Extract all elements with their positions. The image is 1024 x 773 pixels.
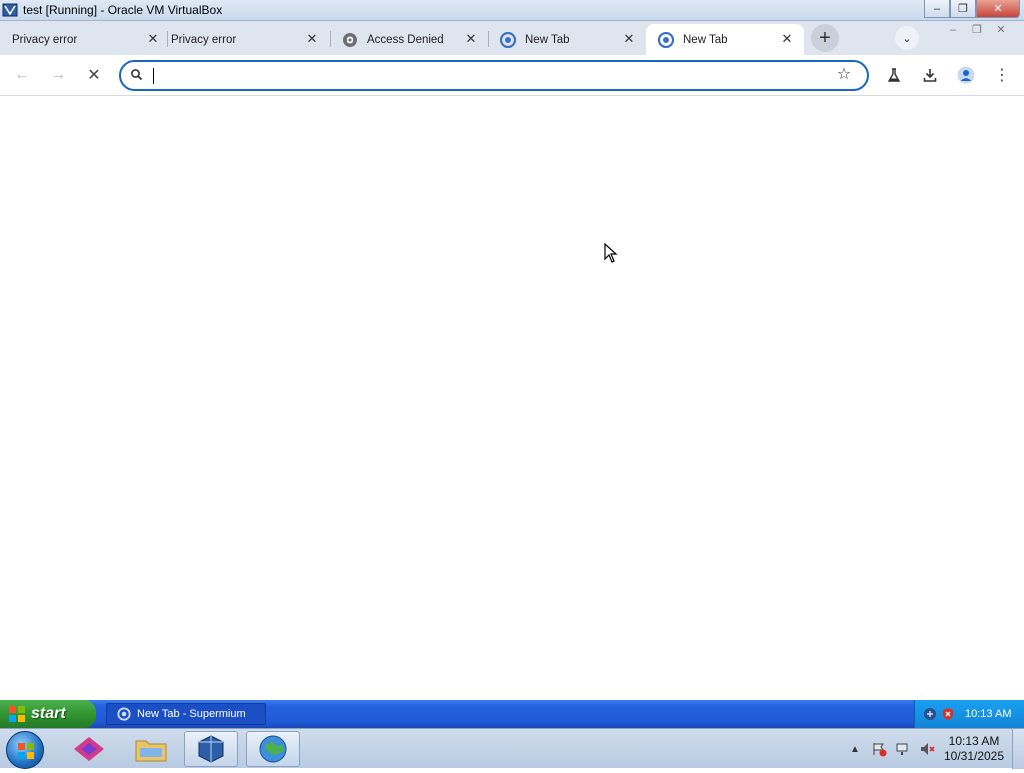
host-time: 10:13 AM <box>948 734 1000 748</box>
guest-clock: 10:13 AM <box>965 708 1012 720</box>
pinned-browser[interactable] <box>246 731 300 767</box>
host-clock[interactable]: 10:13 AM 10/31/2025 <box>942 734 1006 764</box>
host-date: 10/31/2025 <box>943 749 1005 763</box>
back-button[interactable]: ← <box>10 63 34 87</box>
bookmark-star-icon[interactable]: ☆ <box>835 66 853 84</box>
tab-strip: Privacy error ✕ Privacy error ✕ Access D… <box>0 21 1024 55</box>
new-tab-button[interactable]: + <box>811 24 839 52</box>
avatar-icon <box>957 66 975 84</box>
minimize-button[interactable]: – <box>924 0 950 18</box>
plus-icon: + <box>819 26 831 49</box>
tab-access-denied[interactable]: Access Denied ✕ <box>330 24 488 55</box>
window-title: test [Running] - Oracle VM VirtualBox <box>23 3 223 17</box>
restore-button[interactable]: ❐ <box>950 0 976 18</box>
windows-flag-icon <box>9 706 25 722</box>
show-hidden-icons[interactable]: ▲ <box>846 741 864 757</box>
address-bar[interactable]: ☆ <box>119 60 869 91</box>
browser-toolbar: ← → ✕ ☆ ⋮ <box>0 55 1024 96</box>
browser-window-controls: – ❐ ✕ <box>942 23 1012 37</box>
guest-system-tray: 10:13 AM <box>914 700 1024 728</box>
close-icon: ✕ <box>87 67 101 84</box>
host-start-button[interactable] <box>6 731 44 769</box>
tab-title: New Tab <box>525 33 570 46</box>
tab-close-icon[interactable]: ✕ <box>780 32 794 46</box>
pinned-virtualbox[interactable] <box>184 731 238 767</box>
menu-button[interactable]: ⋮ <box>990 63 1014 87</box>
address-input[interactable] <box>153 67 823 85</box>
network-status-icon[interactable] <box>894 741 912 757</box>
pinned-file-explorer[interactable] <box>124 731 178 767</box>
tab-privacy-error-2[interactable]: Privacy error ✕ <box>159 24 329 55</box>
volume-muted-icon[interactable] <box>918 741 936 757</box>
stop-loading-button[interactable]: ✕ <box>82 63 106 87</box>
shield-icon <box>343 32 357 47</box>
supermium-icon <box>500 31 516 48</box>
tab-title: Privacy error <box>12 33 78 46</box>
windows-logo-icon <box>18 743 34 759</box>
tab-title: Access Denied <box>367 33 444 46</box>
arrow-left-icon: ← <box>14 66 30 83</box>
tab-close-icon[interactable]: ✕ <box>146 32 160 46</box>
tab-search-button[interactable]: ⌄ <box>895 26 919 50</box>
browser-minimize-button[interactable]: – <box>942 23 964 37</box>
browser-restore-button[interactable]: ❐ <box>966 23 988 37</box>
host-taskbar: ▲ 10:13 AM 10/31/2025 <box>0 728 1024 769</box>
flask-icon <box>887 68 901 82</box>
tab-close-icon[interactable]: ✕ <box>464 32 478 46</box>
tab-privacy-error-1[interactable]: Privacy error ✕ <box>0 24 170 55</box>
browser-close-button[interactable]: ✕ <box>990 23 1012 37</box>
chevron-down-icon: ⌄ <box>902 32 912 45</box>
forward-button[interactable]: → <box>46 63 70 87</box>
page-content <box>0 96 1024 700</box>
pinned-app-gradient[interactable] <box>62 731 116 767</box>
tab-close-icon[interactable]: ✕ <box>305 32 319 46</box>
tab-new-tab-1[interactable]: New Tab ✕ <box>488 24 646 55</box>
network-icon[interactable] <box>923 707 937 721</box>
taskbar-item-supermium[interactable]: New Tab - Supermium <box>106 703 266 725</box>
start-button[interactable]: start <box>0 700 96 728</box>
close-button[interactable]: ✕ <box>976 0 1020 18</box>
profile-button[interactable] <box>954 63 978 87</box>
virtualbox-titlebar: test [Running] - Oracle VM VirtualBox – … <box>0 0 1024 21</box>
search-icon <box>131 69 143 81</box>
tab-close-icon[interactable]: ✕ <box>622 32 636 46</box>
text-caret <box>153 68 154 84</box>
tab-title: Privacy error <box>171 33 237 46</box>
globe-icon <box>259 735 287 763</box>
supermium-icon <box>658 31 674 48</box>
tab-new-tab-active[interactable]: New Tab ✕ <box>646 24 804 55</box>
taskbar-item-label: New Tab - Supermium <box>137 708 246 720</box>
action-center-icon[interactable] <box>870 741 888 757</box>
labs-button[interactable] <box>882 63 906 87</box>
guest-taskbar: start New Tab - Supermium 10:13 AM <box>0 700 1024 728</box>
arrow-right-icon: → <box>50 66 66 83</box>
window-controls: – ❐ ✕ <box>924 0 1020 18</box>
app-diamond-icon <box>74 737 104 761</box>
virtualbox-icon <box>2 3 18 17</box>
virtualbox-cube-icon <box>198 735 224 763</box>
supermium-icon <box>117 707 131 721</box>
host-system-tray: ▲ 10:13 AM 10/31/2025 <box>846 729 1024 769</box>
show-desktop-button[interactable] <box>1012 729 1024 769</box>
kebab-menu-icon: ⋮ <box>994 67 1010 84</box>
tab-title: New Tab <box>683 33 728 46</box>
downloads-button[interactable] <box>918 63 942 87</box>
download-icon <box>923 69 937 82</box>
security-alert-icon[interactable] <box>941 707 955 721</box>
mouse-cursor-icon <box>604 243 618 263</box>
start-label: start <box>31 705 66 722</box>
folder-icon <box>135 740 167 762</box>
